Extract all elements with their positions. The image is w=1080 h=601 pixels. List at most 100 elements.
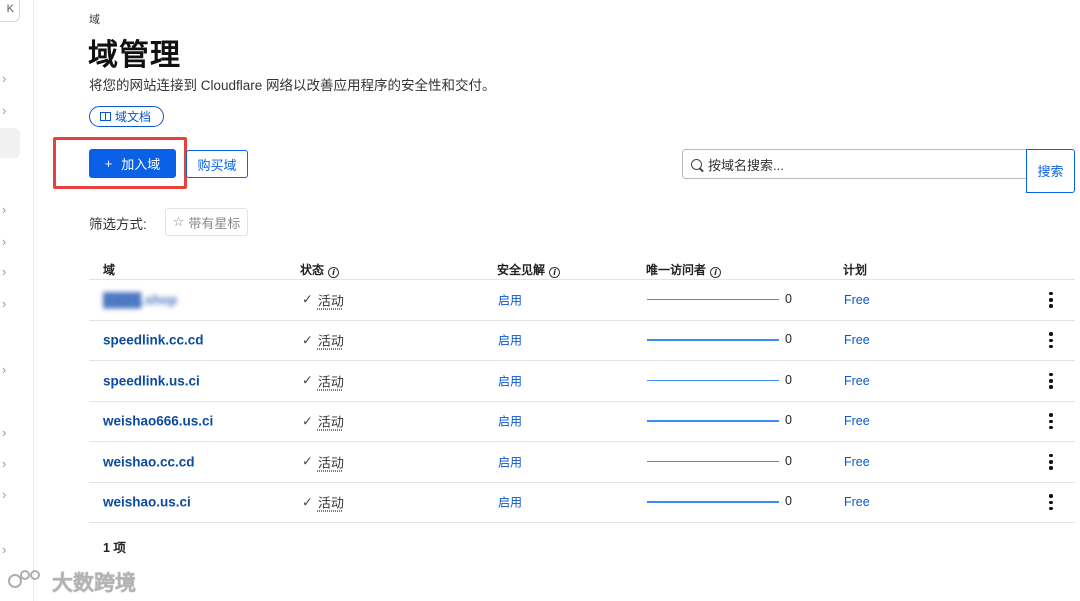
chevron-right-icon[interactable]: ›	[2, 362, 6, 377]
plan-link[interactable]: Free	[844, 414, 870, 428]
column-header-security: 安全见解 i	[497, 261, 561, 278]
chevron-right-icon[interactable]: ›	[2, 425, 6, 440]
status-text[interactable]: 活动	[318, 412, 344, 431]
column-header-status-label: 状态	[300, 263, 325, 277]
status-text[interactable]: 活动	[318, 493, 344, 512]
table-row[interactable]: weishao.us.ci ✓ 活动 启用 0 Free	[89, 483, 1075, 523]
search-button[interactable]: 搜索	[1026, 149, 1075, 193]
table-row[interactable]: speedlink.cc.cd ✓ 活动 启用 0 Free	[89, 321, 1075, 361]
status-cell: ✓ 活动	[302, 371, 344, 390]
info-icon[interactable]: i	[549, 267, 561, 278]
item-count: 1 项	[103, 541, 126, 555]
domain-link[interactable]: weishao666.us.ci	[103, 414, 213, 429]
more-options-icon[interactable]	[1045, 453, 1057, 470]
info-icon[interactable]: i	[328, 267, 340, 278]
security-insights-link[interactable]: 启用	[498, 291, 522, 308]
chevron-right-icon[interactable]: ›	[2, 234, 6, 249]
check-icon: ✓	[302, 413, 313, 429]
status-text[interactable]: 活动	[318, 290, 344, 309]
watermark-logo-icon	[8, 570, 48, 594]
info-icon[interactable]: i	[710, 267, 722, 278]
visitors-count: 0	[785, 494, 792, 509]
column-header-domain[interactable]: 域	[103, 261, 115, 278]
table-row[interactable]: weishao666.us.ci ✓ 活动 启用 0 Free	[89, 402, 1075, 442]
chevron-right-icon[interactable]: ›	[2, 264, 6, 279]
check-icon: ✓	[302, 494, 313, 510]
chevron-right-icon[interactable]: ›	[2, 296, 6, 311]
sidebar-collapse-button[interactable]: K	[0, 0, 20, 22]
star-icon: ☆	[172, 214, 185, 229]
table-row[interactable]: speedlink.us.ci ✓ 活动 启用 0 Free	[89, 361, 1075, 402]
visitors-cell: 0	[647, 413, 794, 428]
visitors-sparkline	[647, 501, 779, 503]
domain-link[interactable]: weishao.cc.cd	[103, 454, 195, 469]
chevron-right-icon[interactable]: ›	[2, 456, 6, 471]
visitors-count: 0	[785, 291, 792, 306]
page-title: 域管理	[88, 39, 181, 72]
table-row[interactable]: ████.shop ✓ 活动 启用 0 Free	[89, 280, 1075, 321]
book-icon	[100, 112, 111, 121]
column-header-visitors-label: 唯一访问者	[646, 263, 707, 277]
domain-docs-button[interactable]: 域文档	[89, 106, 165, 127]
domain-link[interactable]: weishao.us.ci	[103, 495, 191, 510]
visitors-count: 0	[785, 453, 792, 468]
more-options-icon[interactable]	[1045, 413, 1057, 430]
page-description: 将您的网站连接到 Cloudflare 网络以改善应用程序的安全性和交付。	[89, 78, 496, 93]
more-options-icon[interactable]	[1045, 332, 1057, 349]
plan-link[interactable]: Free	[844, 374, 870, 388]
visitors-cell: 0	[647, 291, 794, 307]
starred-filter-button[interactable]: ☆ 带有星标	[165, 208, 248, 236]
column-header-status: 状态 i	[300, 261, 340, 278]
buy-domain-button[interactable]: 购买域	[186, 150, 248, 178]
domain-link[interactable]: speedlink.us.ci	[103, 373, 200, 388]
sidebar: K › › › › › › › › › › ›	[0, 0, 34, 601]
security-insights-link[interactable]: 启用	[498, 372, 522, 389]
watermark: 大数跨境	[8, 567, 136, 597]
more-options-icon[interactable]	[1045, 372, 1057, 389]
visitors-count: 0	[785, 413, 792, 428]
status-text[interactable]: 活动	[318, 371, 344, 390]
domain-link[interactable]: speedlink.cc.cd	[103, 333, 204, 348]
domain-link[interactable]: ████.shop	[103, 292, 177, 307]
search-input[interactable]: 按域名搜索...	[682, 149, 1027, 179]
status-text[interactable]: 活动	[318, 452, 344, 471]
visitors-count: 0	[785, 332, 792, 347]
search-placeholder: 按域名搜索...	[708, 157, 784, 173]
visitors-sparkline	[647, 379, 779, 382]
chevron-right-icon[interactable]: ›	[2, 542, 6, 557]
column-header-plan: 计划	[843, 263, 868, 277]
security-insights-link[interactable]: 启用	[498, 494, 522, 511]
sidebar-active-item[interactable]	[0, 128, 20, 158]
security-insights-link[interactable]: 启用	[498, 413, 522, 430]
chevron-right-icon[interactable]: ›	[2, 487, 6, 502]
table-body: ████.shop ✓ 活动 启用 0 Free speedlink.cc.cd ✓ 活动 启用 0…	[89, 280, 1075, 523]
visitors-sparkline	[647, 420, 779, 422]
status-cell: ✓ 活动	[302, 331, 344, 350]
security-insights-link[interactable]: 启用	[498, 453, 522, 470]
domains-table: 域 状态 i 安全见解 i 唯一访问者 i 计划 ████.shop ✓ 活动 启用 0 Fre…	[89, 252, 1075, 523]
plan-link[interactable]: Free	[844, 293, 870, 307]
status-text[interactable]: 活动	[318, 331, 344, 350]
filter-label: 筛选方式:	[89, 217, 147, 232]
visitors-count: 0	[785, 372, 792, 387]
status-cell: ✓ 活动	[302, 412, 344, 431]
status-cell: ✓ 活动	[302, 493, 344, 512]
breadcrumb[interactable]: 域	[89, 11, 100, 27]
security-insights-link[interactable]: 启用	[498, 332, 522, 349]
visitors-cell: 0	[647, 494, 794, 509]
chevron-right-icon[interactable]: ›	[2, 71, 6, 86]
visitors-sparkline	[647, 339, 779, 341]
chevron-right-icon[interactable]: ›	[2, 202, 6, 217]
plan-link[interactable]: Free	[844, 455, 870, 469]
visitors-cell: 0	[647, 453, 794, 469]
starred-filter-label: 带有星标	[188, 215, 241, 231]
plan-link[interactable]: Free	[844, 333, 870, 347]
add-domain-button[interactable]: + 加入域	[89, 149, 176, 178]
plan-link[interactable]: Free	[844, 495, 870, 509]
table-header: 域 状态 i 安全见解 i 唯一访问者 i 计划	[89, 252, 1075, 280]
chevron-right-icon[interactable]: ›	[2, 103, 6, 118]
plus-icon: +	[104, 156, 113, 171]
more-options-icon[interactable]	[1045, 494, 1057, 511]
more-options-icon[interactable]	[1045, 291, 1057, 308]
table-row[interactable]: weishao.cc.cd ✓ 活动 启用 0 Free	[89, 442, 1075, 483]
